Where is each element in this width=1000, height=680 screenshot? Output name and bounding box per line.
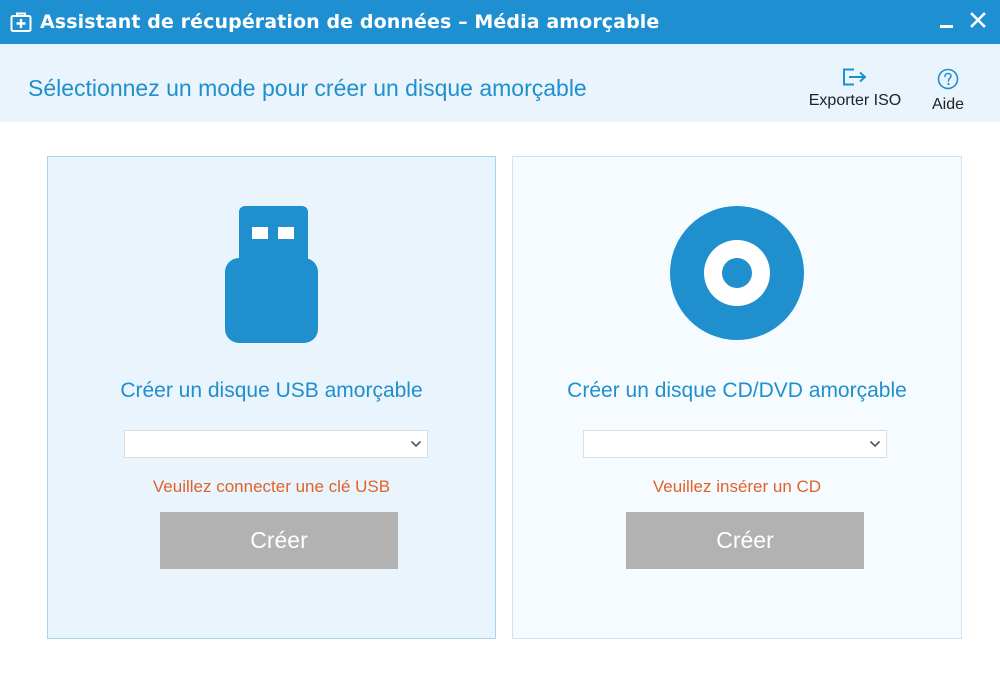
- window-title: Assistant de récupération de données – M…: [40, 11, 660, 33]
- export-icon: [843, 68, 867, 86]
- close-icon: [970, 12, 986, 28]
- usb-card-title: Créer un disque USB amorçable: [120, 379, 423, 402]
- page-title: Sélectionnez un mode pour créer un disqu…: [28, 75, 587, 101]
- header-bar: Sélectionnez un mode pour créer un disqu…: [0, 44, 1000, 122]
- usb-icon-area: [48, 203, 495, 343]
- help-icon: [937, 68, 959, 90]
- chevron-down-icon: [869, 440, 881, 448]
- export-iso-label: Exporter ISO: [808, 92, 902, 109]
- create-usb-button[interactable]: Créer: [160, 512, 398, 569]
- cd-card-title: Créer un disque CD/DVD amorçable: [567, 379, 907, 402]
- help-button[interactable]: Aide: [918, 68, 978, 114]
- usb-card[interactable]: Créer un disque USB amorçable Veuillez c…: [47, 156, 496, 639]
- minimize-icon: [940, 25, 953, 28]
- minimize-button[interactable]: [932, 8, 960, 36]
- chevron-down-icon: [410, 440, 422, 448]
- cd-drive-select[interactable]: [583, 430, 887, 458]
- usb-warning-text: Veuillez connecter une clé USB: [152, 477, 391, 496]
- create-cd-button[interactable]: Créer: [626, 512, 864, 569]
- help-label: Aide: [931, 96, 965, 113]
- usb-drive-icon: [224, 206, 318, 343]
- cd-card[interactable]: Créer un disque CD/DVD amorçable Veuille…: [512, 156, 962, 639]
- usb-device-select[interactable]: [124, 430, 428, 458]
- medical-kit-icon: [10, 11, 32, 33]
- cd-disc-icon: [670, 206, 804, 340]
- cd-warning-text: Veuillez insérer un CD: [652, 477, 822, 496]
- close-button[interactable]: [964, 8, 992, 36]
- export-iso-button[interactable]: Exporter ISO: [800, 68, 910, 110]
- title-bar: Assistant de récupération de données – M…: [0, 0, 1000, 44]
- cd-icon-area: [513, 203, 961, 343]
